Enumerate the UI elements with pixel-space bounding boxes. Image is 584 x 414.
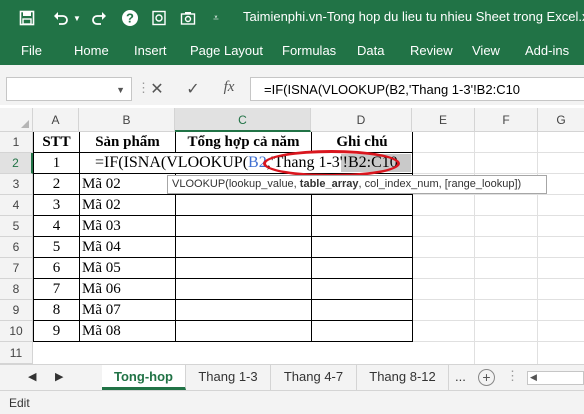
add-sheet-button[interactable]: + <box>478 369 495 386</box>
enter-icon[interactable]: ✓ <box>183 79 203 99</box>
worksheet-grid[interactable]: A B C D E F G 1 2 3 4 5 6 7 8 9 10 11 ST… <box>0 108 584 364</box>
horizontal-scrollbar[interactable]: ◀ <box>527 371 584 385</box>
cell-stt[interactable]: 9 <box>34 321 79 341</box>
cell-product[interactable]: Mã 03 <box>82 216 121 236</box>
tab-insert[interactable]: Insert <box>134 43 167 58</box>
formula-bar: ▼ ⋮ ✕ ✓ fx =IF(ISNA(VLOOKUP(B2,'Thang 1-… <box>0 75 584 105</box>
sheet-tab-bar: ◀ ▶ Tong-hop Thang 1-3 Thang 4-7 Thang 8… <box>0 364 584 390</box>
insert-function-icon[interactable]: fx <box>219 79 239 96</box>
tab-add-ins[interactable]: Add-ins <box>525 43 569 58</box>
tooltip-prefix: VLOOKUP(lookup_value, <box>172 178 300 190</box>
column-header-e[interactable]: E <box>412 108 475 132</box>
cell-product[interactable]: Mã 06 <box>82 279 121 299</box>
tab-review[interactable]: Review <box>410 43 453 58</box>
select-all-button[interactable] <box>0 108 33 132</box>
column-header-c[interactable]: C <box>175 108 311 132</box>
undo-icon[interactable] <box>50 6 72 30</box>
row-header-4[interactable]: 4 <box>0 195 33 216</box>
cell-product[interactable]: Mã 02 <box>82 174 121 194</box>
table-border <box>79 132 80 342</box>
cell-stt[interactable]: 7 <box>34 279 79 299</box>
annotation-ellipse <box>263 150 400 177</box>
svg-text:?: ? <box>126 11 134 26</box>
print-preview-icon[interactable] <box>148 6 170 30</box>
table-border <box>412 132 413 342</box>
undo-dropdown-icon[interactable]: ▼ <box>72 6 82 30</box>
cell-stt[interactable]: 8 <box>34 300 79 320</box>
cell-product[interactable]: Mã 08 <box>82 321 121 341</box>
cell-product[interactable]: Mã 07 <box>82 300 121 320</box>
ribbon-tabs: File Home Insert Page Layout Formulas Da… <box>0 36 584 65</box>
ribbon-collapsed-area <box>0 65 584 75</box>
row-header-7[interactable]: 7 <box>0 258 33 279</box>
tab-home[interactable]: Home <box>74 43 109 58</box>
customize-qat-icon[interactable]: ⩡ <box>208 6 224 30</box>
status-bar: Edit <box>0 390 584 414</box>
help-icon[interactable]: ? <box>119 6 141 30</box>
splitter-dots-icon[interactable]: ⋮ <box>506 368 519 384</box>
table-border <box>33 341 413 342</box>
cell-product[interactable]: Mã 04 <box>82 237 121 257</box>
row-header-6[interactable]: 6 <box>0 237 33 258</box>
cell-stt[interactable]: 2 <box>34 174 79 194</box>
row-header-3[interactable]: 3 <box>0 174 33 195</box>
more-sheets-button[interactable]: ... <box>455 369 466 384</box>
sheet-tab-thang-1-3[interactable]: Thang 1-3 <box>186 365 271 390</box>
header-stt[interactable]: STT <box>34 132 79 152</box>
sheet-tab-thang-4-7[interactable]: Thang 4-7 <box>271 365 357 390</box>
scroll-left-arrow-icon[interactable]: ◀ <box>530 372 537 383</box>
sheet-tab-tong-hop[interactable]: Tong-hop <box>102 365 186 390</box>
tab-view[interactable]: View <box>472 43 500 58</box>
row-header-5[interactable]: 5 <box>0 216 33 237</box>
header-notes[interactable]: Ghi chú <box>312 132 412 152</box>
column-header-b[interactable]: B <box>79 108 175 132</box>
row-header-9[interactable]: 9 <box>0 300 33 321</box>
scroll-left-icon[interactable]: ◀ <box>28 370 36 383</box>
tab-data[interactable]: Data <box>357 43 384 58</box>
header-product[interactable]: Sản phẩm <box>80 132 175 152</box>
formula-text: =IF(ISNA(VLOOKUP(B2,'Thang 1-3'!B2:C10 <box>264 82 521 97</box>
cell-product[interactable]: Mã 05 <box>82 258 121 278</box>
tooltip-current-arg[interactable]: table_array <box>300 178 359 190</box>
name-box[interactable]: ▼ <box>6 77 132 101</box>
row-header-11[interactable]: 11 <box>0 342 33 364</box>
cell-stt[interactable]: 6 <box>34 258 79 278</box>
column-header-g[interactable]: G <box>538 108 584 132</box>
cancel-icon[interactable]: ✕ <box>147 79 167 99</box>
cell-product[interactable]: Mã 02 <box>82 195 121 215</box>
title-bar: ▼ ? ⩡ Taimienphi.vn-Tong hop du lieu tu … <box>0 0 584 36</box>
tab-page-layout[interactable]: Page Layout <box>190 43 263 58</box>
tab-file[interactable]: File <box>21 43 42 58</box>
row-header-10[interactable]: 10 <box>0 321 33 342</box>
function-tooltip: VLOOKUP(lookup_value, table_array, col_i… <box>167 175 547 194</box>
header-annual-total[interactable]: Tổng hợp cả năm <box>176 132 311 152</box>
cell-stt[interactable]: 4 <box>34 216 79 236</box>
cell-stt[interactable]: 1 <box>34 153 79 173</box>
redo-icon[interactable] <box>88 6 110 30</box>
chevron-down-icon[interactable]: ▼ <box>116 85 125 95</box>
row-header-1[interactable]: 1 <box>0 132 33 153</box>
cell-stt[interactable]: 5 <box>34 237 79 257</box>
row-header-2[interactable]: 2 <box>0 153 33 174</box>
column-header-f[interactable]: F <box>475 108 538 132</box>
scroll-right-icon[interactable]: ▶ <box>55 370 63 383</box>
sheet-tab-thang-8-12[interactable]: Thang 8-12 <box>357 365 449 390</box>
status-mode: Edit <box>9 396 30 410</box>
camera-icon[interactable] <box>177 6 199 30</box>
save-icon[interactable] <box>16 6 38 30</box>
document-title: Taimienphi.vn-Tong hop du lieu tu nhieu … <box>243 9 584 24</box>
gridline <box>537 132 538 364</box>
formula-input[interactable]: =IF(ISNA(VLOOKUP(B2,'Thang 1-3'!B2:C10 <box>250 77 584 101</box>
cell-stt[interactable]: 3 <box>34 195 79 215</box>
column-header-a[interactable]: A <box>33 108 79 132</box>
column-header-d[interactable]: D <box>311 108 412 132</box>
formula-part: =IF(ISNA(VLOOKUP( <box>95 154 249 171</box>
tab-formulas[interactable]: Formulas <box>282 43 336 58</box>
gridline <box>474 132 475 364</box>
row-header-8[interactable]: 8 <box>0 279 33 300</box>
tooltip-suffix: , col_index_num, [range_lookup]) <box>358 178 522 190</box>
